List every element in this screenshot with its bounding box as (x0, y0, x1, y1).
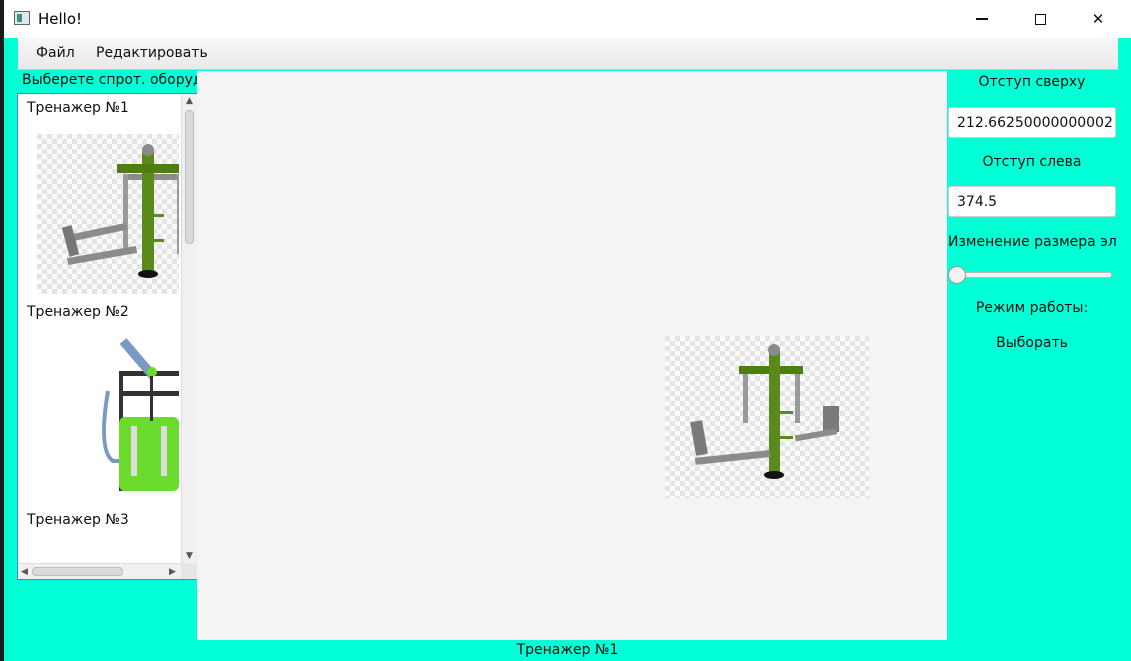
menu-edit[interactable]: Редактировать (96, 45, 208, 61)
lat-pulldown-machine-image[interactable] (63, 331, 179, 503)
scroll-up-icon[interactable]: ▲ (186, 96, 193, 106)
close-button[interactable]: ✕ (1075, 0, 1121, 38)
equipment-list[interactable]: Тренажер №1 Тренажер №2 Тренажер №3 ▲ ▼ … (17, 93, 198, 580)
resize-slider[interactable] (948, 266, 1116, 284)
top-offset-field[interactable]: 212.66250000000002 (948, 107, 1116, 138)
minimize-icon (976, 18, 988, 20)
minimize-button[interactable] (959, 0, 1005, 38)
list-horizontal-scrollbar[interactable]: ◀ ▶ (18, 563, 197, 579)
mode-value[interactable]: Выборать (948, 335, 1116, 351)
scroll-right-icon[interactable]: ▶ (169, 567, 176, 577)
scroll-left-icon[interactable]: ◀ (21, 567, 28, 577)
list-item-label[interactable]: Тренажер №2 (27, 304, 129, 320)
status-bar-text: Тренажер №1 (516, 642, 619, 658)
slider-knob[interactable] (948, 266, 966, 284)
left-offset-label: Отступ слева (982, 154, 1082, 170)
mode-label: Режим работы: (975, 300, 1089, 316)
menu-bar: Файл Редактировать (18, 38, 1118, 70)
scroll-down-icon[interactable]: ▼ (186, 551, 193, 561)
scroll-thumb[interactable] (185, 110, 194, 244)
list-item-label[interactable]: Тренажер №1 (27, 100, 129, 116)
leg-press-machine-image[interactable] (37, 134, 179, 294)
list-vertical-scrollbar[interactable]: ▲ ▼ (181, 94, 197, 564)
resize-label: Изменение размера элемента (948, 234, 1116, 250)
scroll-corner (181, 563, 197, 579)
equipment-list-label: Выберете спрот. оборудование (22, 72, 198, 88)
top-offset-label: Отступ сверху (978, 74, 1086, 90)
maximize-button[interactable] (1017, 0, 1063, 38)
menu-file[interactable]: Файл (36, 45, 75, 61)
placed-leg-press-machine[interactable] (665, 336, 869, 498)
title-bar[interactable]: Hello! ✕ (4, 0, 1131, 38)
maximize-icon (1034, 13, 1046, 25)
window-title: Hello! (38, 10, 83, 28)
list-item-label[interactable]: Тренажер №3 (27, 512, 129, 528)
scroll-thumb[interactable] (32, 567, 123, 576)
slider-track[interactable] (952, 272, 1112, 278)
workspace-canvas[interactable] (197, 71, 947, 640)
app-window: Hello! ✕ Файл Редактировать Выберете спр… (4, 0, 1131, 661)
app-window-icon (14, 11, 30, 25)
close-icon: ✕ (1091, 10, 1105, 28)
left-offset-field[interactable]: 374.5 (948, 186, 1116, 217)
